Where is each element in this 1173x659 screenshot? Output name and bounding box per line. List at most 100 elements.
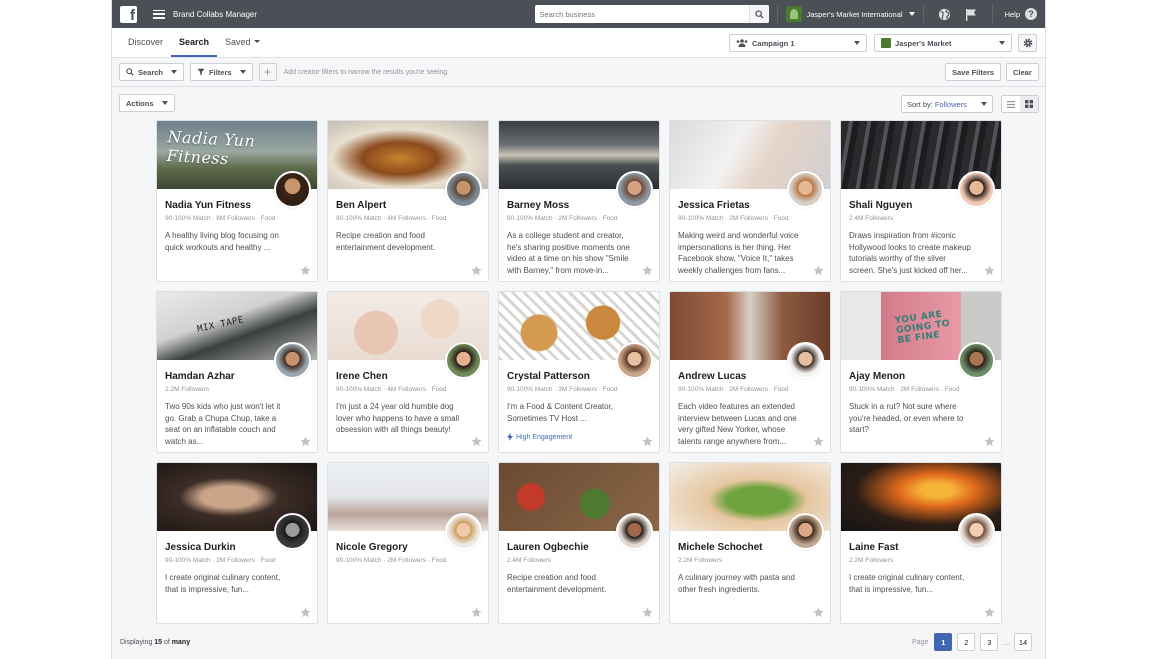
creator-card[interactable]: Jessica Frietas 90-100% Match · 2M Follow… bbox=[669, 120, 831, 282]
list-view-button[interactable] bbox=[1002, 96, 1020, 112]
save-star-icon[interactable] bbox=[642, 607, 653, 618]
filters-dropdown-button[interactable]: Filters bbox=[190, 63, 253, 81]
creator-card[interactable]: Ben Alpert 90-100% Match · 4M Followers ·… bbox=[327, 120, 489, 282]
page-button-1[interactable]: 1 bbox=[934, 633, 953, 651]
actions-dropdown-button[interactable]: Actions bbox=[119, 94, 175, 112]
search-button[interactable] bbox=[748, 5, 769, 23]
creator-meta: 2.2M Followers bbox=[849, 557, 894, 564]
page-button-2[interactable]: 2 bbox=[957, 633, 976, 651]
creator-card[interactable]: Michele Schochet 2.2M Followers A culinary… bbox=[669, 462, 831, 624]
help-button[interactable]: Help ? bbox=[1005, 8, 1037, 20]
creator-meta: 90-100% Match · 2M Followers · Food bbox=[849, 386, 960, 393]
creator-card[interactable]: Barney Moss 90-100% Match · 2M Followers … bbox=[498, 120, 660, 282]
save-star-icon[interactable] bbox=[813, 607, 824, 618]
save-star-icon[interactable] bbox=[642, 265, 653, 276]
creator-name[interactable]: Laine Fast bbox=[849, 542, 898, 553]
campaign-select[interactable]: Campaign 1 bbox=[729, 34, 867, 52]
creator-description: Draws inspiration from #iconic Hollywood… bbox=[849, 231, 971, 275]
help-label: Help bbox=[1004, 9, 1020, 19]
sort-select[interactable]: Sort by: Followers bbox=[901, 95, 993, 113]
creator-avatar bbox=[274, 171, 311, 208]
people-icon bbox=[736, 39, 748, 47]
creator-meta: 90-100% Match · 4M Followers · Food bbox=[336, 215, 447, 222]
creator-name[interactable]: Ajay Menon bbox=[849, 371, 905, 382]
save-star-icon[interactable] bbox=[300, 436, 311, 447]
add-filter-button[interactable]: + bbox=[258, 63, 277, 81]
save-star-icon[interactable] bbox=[471, 265, 482, 276]
creator-card[interactable]: Laine Fast 2.2M Followers I create origina… bbox=[840, 462, 1002, 624]
creator-meta: 90-100% Match · 2M Followers · Food bbox=[165, 557, 276, 564]
creator-name[interactable]: Irene Chen bbox=[336, 371, 388, 382]
creator-card[interactable]: Andrew Lucas 90-100% Match · 2M Followers… bbox=[669, 291, 831, 453]
creator-avatar bbox=[958, 342, 995, 379]
creator-description: I'm a Food & Content Creator, Sometimes … bbox=[507, 402, 614, 423]
list-view-icon bbox=[1007, 100, 1015, 108]
save-star-icon[interactable] bbox=[984, 607, 995, 618]
creator-card[interactable]: MIX TAPE Hamdan Azhar 2.2M Followers Two 90… bbox=[156, 291, 318, 453]
creator-name[interactable]: Crystal Patterson bbox=[507, 371, 590, 382]
tab-saved[interactable]: Saved bbox=[217, 28, 268, 57]
facebook-logo-icon[interactable]: f bbox=[120, 5, 137, 23]
save-star-icon[interactable] bbox=[813, 265, 824, 276]
creator-card[interactable]: Nicole Gregory 90-100% Match · 2M Followe… bbox=[327, 462, 489, 624]
plus-icon: + bbox=[264, 65, 272, 79]
creator-name[interactable]: Ben Alpert bbox=[336, 200, 386, 211]
account-switcher[interactable]: Jasper's Market International bbox=[785, 6, 915, 22]
cover-image-caption: Nadia Yun Fitness bbox=[166, 127, 256, 169]
creator-description: As a college student and creator, he's s… bbox=[507, 231, 630, 275]
grid-view-button[interactable] bbox=[1020, 96, 1038, 112]
tab-discover[interactable]: Discover bbox=[120, 28, 171, 57]
creator-card[interactable]: Shali Nguyen 2.4M Followers Draws inspirat… bbox=[840, 120, 1002, 282]
tab-label: Saved bbox=[225, 36, 251, 47]
creator-name[interactable]: Nadia Yun Fitness bbox=[165, 200, 251, 211]
creator-name[interactable]: Jessica Frietas bbox=[678, 200, 750, 211]
page-button-last[interactable]: 14 bbox=[1014, 633, 1033, 651]
save-star-icon[interactable] bbox=[300, 265, 311, 276]
pagination-ellipsis: ... bbox=[1003, 637, 1011, 647]
creator-avatar bbox=[445, 342, 482, 379]
save-star-icon[interactable] bbox=[300, 607, 311, 618]
creator-name[interactable]: Barney Moss bbox=[507, 200, 569, 211]
cover-image-caption: YOU ARE GOING TO BE FINE bbox=[894, 309, 951, 347]
creator-avatar bbox=[958, 171, 995, 208]
page-select[interactable]: Jasper's Market bbox=[874, 34, 1012, 52]
save-star-icon[interactable] bbox=[471, 436, 482, 447]
creator-card[interactable]: Irene Chen 90-100% Match · 4M Followers ·… bbox=[327, 291, 489, 453]
save-star-icon[interactable] bbox=[984, 436, 995, 447]
creator-card[interactable]: Crystal Patterson 90-100% Match · 3M Foll… bbox=[498, 291, 660, 453]
tab-search[interactable]: Search bbox=[171, 28, 218, 57]
business-search-input[interactable] bbox=[534, 5, 749, 23]
creator-card[interactable]: YOU ARE GOING TO BE FINE Ajay Menon 90-100… bbox=[840, 291, 1002, 453]
view-toggle bbox=[1001, 95, 1039, 113]
creator-name[interactable]: Nicole Gregory bbox=[336, 542, 408, 553]
flag-icon[interactable] bbox=[964, 7, 978, 21]
tab-bar: Discover Search Saved Campaign 1 Jasper'… bbox=[112, 28, 1045, 58]
hamburger-menu-icon[interactable] bbox=[153, 9, 165, 19]
chevron-down-icon bbox=[253, 40, 260, 43]
creator-name[interactable]: Lauren Ogbechie bbox=[507, 542, 589, 553]
globe-icon[interactable] bbox=[938, 7, 952, 21]
account-avatar bbox=[785, 6, 802, 22]
save-star-icon[interactable] bbox=[813, 436, 824, 447]
save-star-icon[interactable] bbox=[642, 436, 653, 447]
creator-card[interactable]: Nadia Yun Fitness Nadia Yun Fitness 90-100… bbox=[156, 120, 318, 282]
campaign-name: Campaign 1 bbox=[752, 38, 795, 48]
creator-card[interactable]: Jessica Durkin 90-100% Match · 2M Followe… bbox=[156, 462, 318, 624]
clear-button[interactable]: Clear bbox=[1006, 63, 1039, 81]
creator-name[interactable]: Shali Nguyen bbox=[849, 200, 912, 211]
creator-name[interactable]: Andrew Lucas bbox=[678, 371, 746, 382]
save-star-icon[interactable] bbox=[984, 265, 995, 276]
save-filters-button[interactable]: Save Filters bbox=[945, 63, 1002, 81]
search-dropdown-button[interactable]: Search bbox=[119, 63, 185, 81]
creator-meta: 90-100% Match · 2M Followers · Food bbox=[336, 557, 447, 564]
save-star-icon[interactable] bbox=[471, 607, 482, 618]
page-name: Jasper's Market bbox=[895, 38, 952, 48]
page-avatar bbox=[881, 38, 891, 48]
creator-name[interactable]: Hamdan Azhar bbox=[165, 371, 235, 382]
creator-card[interactable]: Lauren Ogbechie 2.4M Followers Recipe crea… bbox=[498, 462, 660, 624]
creator-name[interactable]: Michele Schochet bbox=[678, 542, 762, 553]
creator-avatar bbox=[787, 171, 824, 208]
creator-name[interactable]: Jessica Durkin bbox=[165, 542, 236, 553]
page-button-3[interactable]: 3 bbox=[980, 633, 999, 651]
settings-button[interactable] bbox=[1018, 34, 1037, 52]
